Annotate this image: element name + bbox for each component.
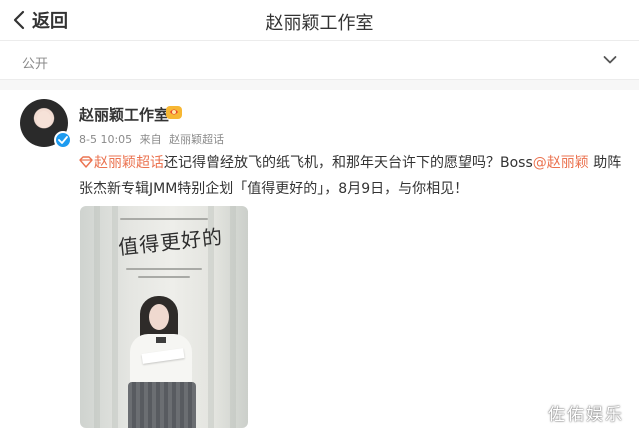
topic-link[interactable]: 赵丽颖超话: [94, 155, 164, 171]
post-image[interactable]: 值得更好的: [80, 206, 248, 428]
page-title: 赵丽颖工作室: [265, 13, 374, 34]
verified-check-icon: [54, 131, 72, 149]
avatar-face: [37, 111, 51, 128]
chevron-down-icon: [603, 56, 617, 64]
source-prefix: 来自: [139, 133, 162, 146]
supertopic-diamond-icon: [79, 156, 93, 168]
section-divider: [0, 80, 639, 90]
top-bar: 返回 赵丽颖工作室: [0, 0, 639, 41]
post-meta: 8-5 10:05 来自 赵丽颖超话: [79, 131, 228, 147]
post-time: 8-5 10:05: [79, 133, 133, 146]
post-text-part1: 还记得曾经放飞的纸飞机，和那年天台许下的愿望吗？Boss: [164, 155, 533, 171]
watermark: 佐佑娱乐: [548, 405, 624, 425]
visibility-label: 公开: [22, 57, 49, 72]
post-text: 赵丽颖超话还记得曾经放飞的纸飞机，和那年天台许下的愿望吗？Boss@赵丽颖 助阵…: [79, 150, 629, 202]
post-source-link[interactable]: 赵丽颖超话: [169, 133, 224, 146]
post-author[interactable]: 赵丽颖工作室: [79, 104, 169, 125]
visibility-selector[interactable]: 公开: [0, 41, 639, 80]
mention-link[interactable]: @赵丽颖: [533, 155, 589, 171]
gold-fan-badge-icon: [166, 106, 182, 119]
